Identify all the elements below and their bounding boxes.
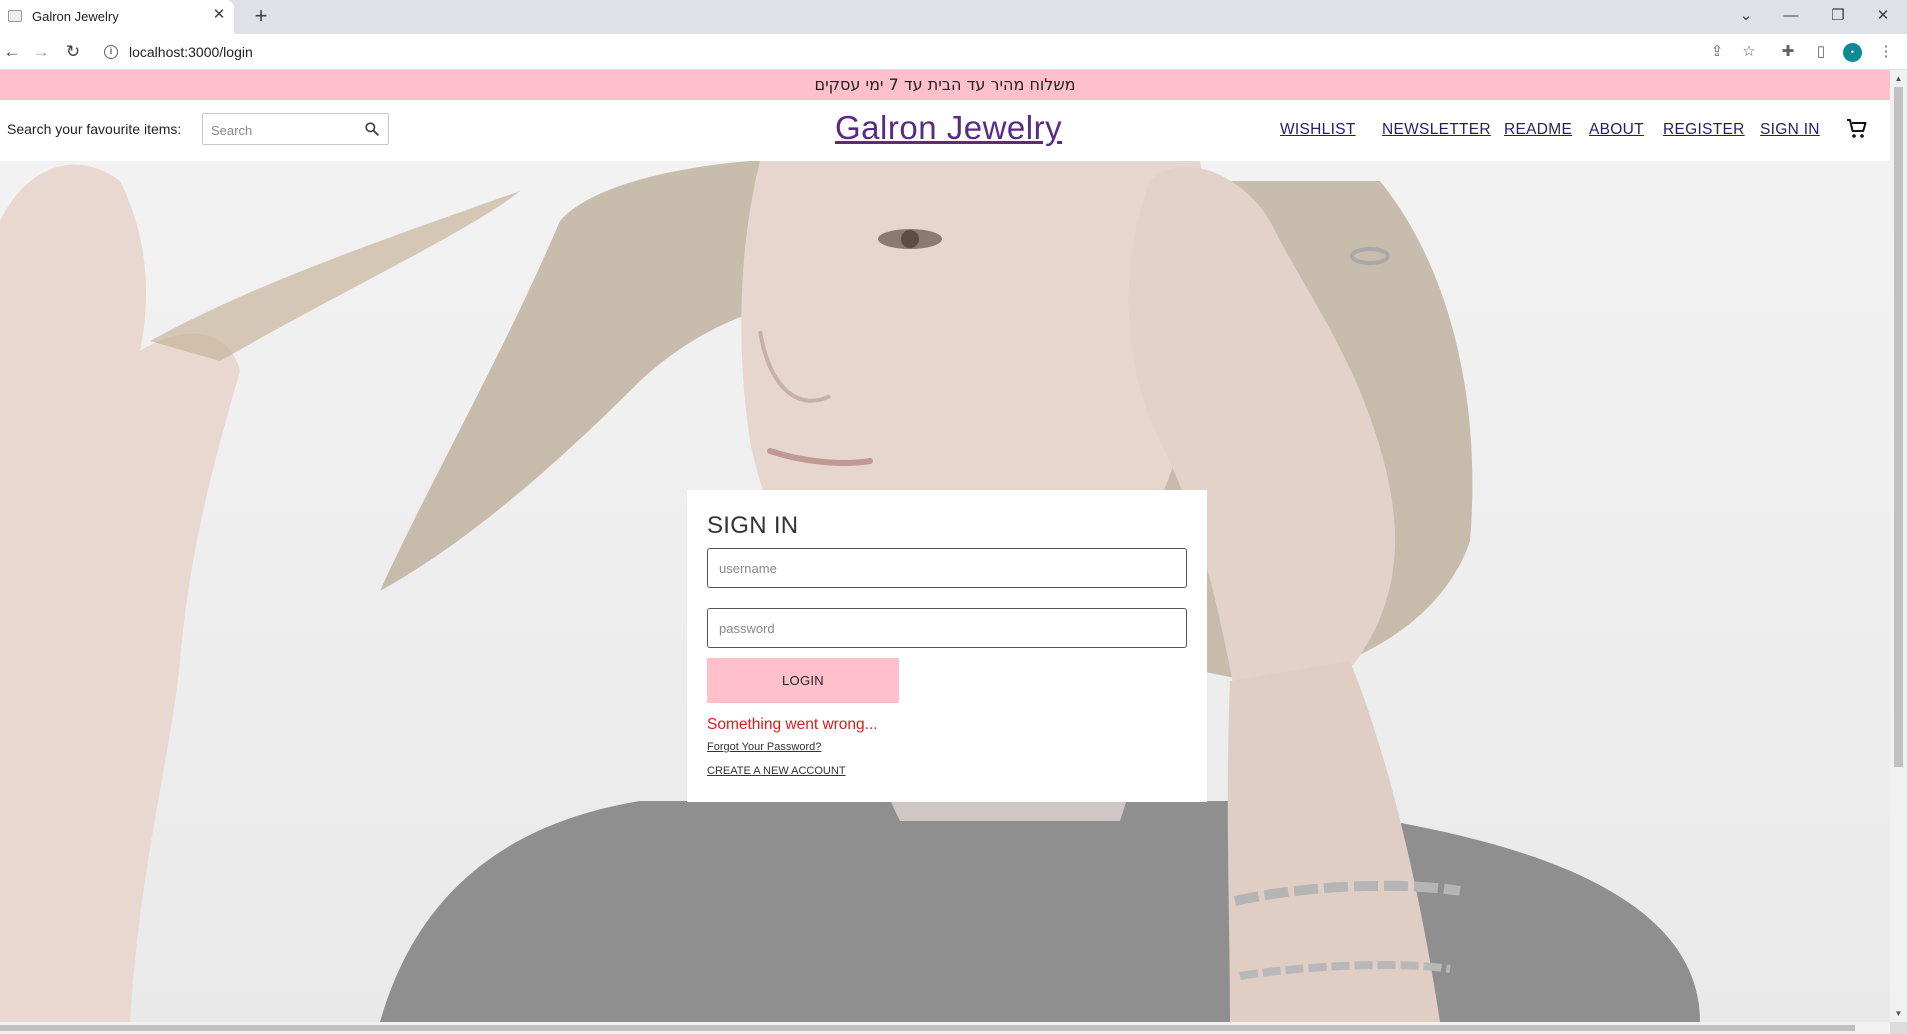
browser-address-bar: ← → ↻ i localhost:3000/login ⇪ ☆ ✚ ▯ • ⋮ (0, 34, 1907, 70)
brand-logo-link[interactable]: Galron Jewelry (835, 109, 1062, 147)
nav-about[interactable]: ABOUT (1589, 121, 1644, 139)
site-header: Search your favourite items: Galron Jewe… (0, 100, 1890, 161)
search-label: Search your favourite items: (7, 121, 182, 137)
new-tab-button[interactable]: + (248, 4, 274, 30)
scrollbar-corner (1890, 1022, 1907, 1034)
tab-list-button[interactable]: ⌄ (1733, 4, 1759, 28)
error-message: Something went wrong... (707, 716, 878, 733)
nav-register[interactable]: REGISTER (1663, 121, 1745, 139)
forgot-password-link[interactable]: Forgot Your Password? (707, 741, 821, 753)
nav-sign-in[interactable]: SIGN IN (1760, 121, 1820, 139)
site-info-icon[interactable]: i (104, 45, 118, 59)
sign-in-title: SIGN IN (707, 512, 799, 539)
close-window-button[interactable]: ✕ (1870, 4, 1896, 28)
browser-menu-icon[interactable]: ⋮ (1875, 41, 1897, 63)
browser-tab[interactable]: Galron Jewelry ✕ (0, 0, 234, 34)
url-field[interactable]: localhost:3000/login (129, 44, 253, 60)
hero-background-image: SIGN IN LOGIN Something went wrong... Fo… (0, 161, 1890, 1022)
vertical-scrollbar[interactable]: ▲ ▼ (1890, 70, 1907, 1022)
sign-in-card: SIGN IN LOGIN Something went wrong... Fo… (687, 490, 1207, 802)
favicon-icon (8, 10, 22, 22)
vertical-scroll-thumb[interactable] (1894, 87, 1903, 767)
nav-wishlist[interactable]: WISHLIST (1280, 121, 1356, 139)
username-input[interactable] (708, 549, 1186, 587)
horizontal-scrollbar[interactable] (0, 1022, 1890, 1034)
nav-newsletter[interactable]: NEWSLETTER (1382, 121, 1491, 139)
search-box (202, 113, 389, 145)
username-field-wrapper (707, 548, 1187, 588)
scroll-up-arrow-icon[interactable]: ▲ (1890, 70, 1907, 87)
extensions-icon[interactable]: ✚ (1777, 41, 1799, 63)
share-icon[interactable]: ⇪ (1706, 41, 1728, 63)
forward-button[interactable]: → (29, 40, 53, 64)
shopping-cart-icon[interactable] (1845, 117, 1869, 141)
password-field-wrapper (707, 608, 1187, 648)
search-icon[interactable] (362, 119, 382, 139)
back-button[interactable]: ← (0, 40, 24, 64)
scroll-down-arrow-icon[interactable]: ▼ (1890, 1005, 1907, 1022)
search-input[interactable] (211, 121, 361, 139)
side-panel-icon[interactable]: ▯ (1810, 41, 1832, 63)
tab-close-icon[interactable]: ✕ (210, 6, 228, 24)
login-button[interactable]: LOGIN (707, 658, 899, 703)
nav-readme[interactable]: README (1504, 121, 1572, 139)
create-account-link[interactable]: CREATE A NEW ACCOUNT (707, 765, 846, 777)
browser-tab-bar: Galron Jewelry ✕ + ⌄ — ❐ ✕ (0, 0, 1907, 34)
password-input[interactable] (708, 609, 1186, 647)
profile-avatar[interactable]: • (1843, 43, 1862, 62)
restore-button[interactable]: ❐ (1825, 4, 1851, 28)
bookmark-star-icon[interactable]: ☆ (1738, 41, 1760, 63)
page-viewport: משלוח מהיר עד הבית עד 7 ימי עסקים Search… (0, 70, 1890, 1022)
tab-title: Galron Jewelry (32, 9, 119, 24)
reload-button[interactable]: ↻ (61, 40, 85, 64)
promo-banner: משלוח מהיר עד הבית עד 7 ימי עסקים (0, 70, 1890, 100)
horizontal-scroll-thumb[interactable] (0, 1025, 1855, 1031)
minimize-button[interactable]: — (1778, 4, 1804, 28)
